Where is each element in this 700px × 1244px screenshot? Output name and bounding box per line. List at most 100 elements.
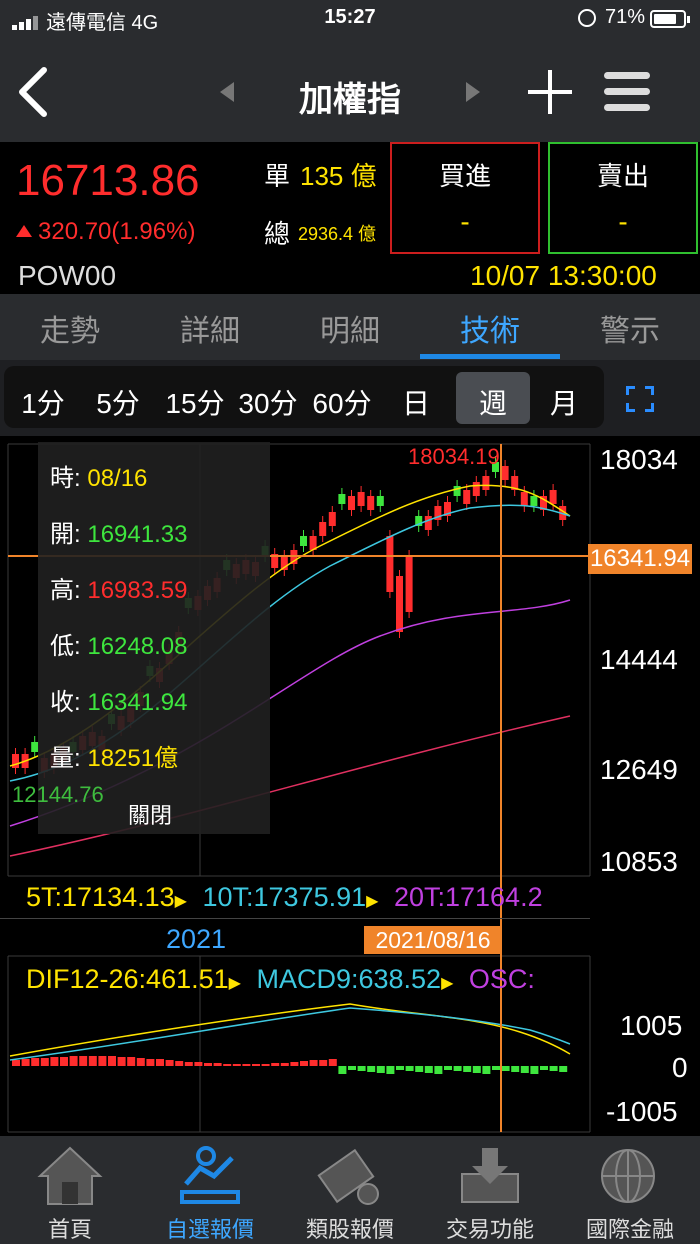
period-day[interactable]: 日 [396, 382, 436, 422]
info-high: 高: 16983.59 [50, 570, 187, 605]
period-week[interactable]: 週 [470, 382, 516, 422]
candle-body [367, 496, 375, 510]
macd-osc-bar [40, 1058, 49, 1066]
period-month[interactable]: 月 [544, 382, 584, 422]
nav-global-finance-label: 國際金融 [585, 1217, 674, 1242]
candle-body [520, 492, 528, 506]
macd-osc-bar [69, 1056, 78, 1066]
tab-alert[interactable]: 警示 [560, 306, 700, 350]
active-tab-indicator [420, 354, 560, 359]
candle-body [376, 496, 384, 506]
close-popup-button[interactable]: 關閉 [128, 798, 172, 830]
macd-osc-bar [127, 1057, 136, 1066]
info-volume-label: 量: [50, 745, 81, 772]
technical-chart[interactable]: 18034.19 18034 16341.94 14444 12649 1085… [0, 436, 700, 1136]
info-open-value: 16941.33 [87, 521, 188, 548]
macd-osc-bar [21, 1059, 30, 1066]
macd-osc-bar [79, 1056, 88, 1066]
page-title: 加權指 [299, 81, 401, 119]
macd-osc-bar [252, 1064, 260, 1066]
quote-datetime: 10/07 13:30:00 [470, 260, 657, 291]
period-5min[interactable]: 5分 [90, 382, 146, 422]
macd-osc-bar [136, 1058, 145, 1066]
menu-button[interactable] [604, 72, 650, 112]
y-axis-label-3: 12649 [600, 754, 678, 785]
nav-sector-quote[interactable]: 類股報價 [280, 1136, 420, 1244]
price-change: 320.70(1.96%) [16, 218, 195, 246]
macd-osc-bar [146, 1059, 155, 1066]
period-15min[interactable]: 15分 [160, 382, 230, 422]
tab-ticks[interactable]: 明細 [280, 306, 420, 350]
candle-body [405, 556, 413, 612]
macd-osc-bar [348, 1066, 356, 1070]
next-symbol-button[interactable] [466, 82, 480, 102]
period-60min[interactable]: 60分 [306, 382, 378, 422]
period-30min[interactable]: 30分 [232, 382, 304, 422]
nav-global-finance[interactable]: 國際金融 [560, 1136, 700, 1244]
battery-icon [650, 10, 690, 28]
macd-dif-value: DIF12-26:461.51 [26, 964, 229, 994]
macd-osc-bar [12, 1060, 20, 1066]
macd-osc-bar [357, 1066, 366, 1071]
macd-osc-value: OSC: [468, 964, 535, 994]
info-volume: 量: 18251億 [50, 738, 178, 773]
tab-detail[interactable]: 詳細 [140, 306, 280, 350]
info-time: 時: 08/16 [50, 458, 147, 493]
candle-body [319, 522, 327, 536]
prev-symbol-button[interactable] [220, 82, 234, 102]
macd-osc-bar [472, 1066, 481, 1073]
y-axis-label-2: 14444 [600, 644, 678, 675]
app-header: 加權指 [0, 38, 700, 142]
nav-favorite-quote[interactable]: 自選報價 [140, 1136, 280, 1244]
candle-body [453, 486, 461, 496]
macd-osc-bar [60, 1057, 68, 1066]
favorite-quote-icon [180, 1146, 240, 1204]
fullscreen-icon[interactable] [626, 386, 654, 412]
macd-osc-bar [367, 1066, 376, 1072]
macd-osc-bar [492, 1066, 500, 1070]
tab-trend[interactable]: 走勢 [0, 306, 140, 350]
macd-osc-bar [549, 1066, 558, 1071]
tab-technical[interactable]: 技術 [420, 306, 560, 350]
info-close-value: 16341.94 [87, 689, 188, 716]
candle-body [338, 494, 346, 504]
total-volume-label: 總 [264, 219, 291, 249]
nav-trade[interactable]: 交易功能 [420, 1136, 560, 1244]
chart-divider [0, 918, 590, 919]
candle-body [396, 576, 403, 632]
ma5-value: 5T:17134.13 [26, 882, 175, 912]
macd-osc-bar [338, 1066, 347, 1074]
macd-osc-bar [319, 1060, 328, 1066]
macd-osc-bar [213, 1063, 222, 1066]
period-1min[interactable]: 1分 [18, 382, 68, 422]
info-high-value: 16983.59 [87, 577, 188, 604]
info-low-label: 低: [50, 633, 81, 660]
chevron-left-icon [19, 67, 47, 117]
y-axis-label-4: 10853 [600, 846, 678, 877]
period-low-label: 12144.76 [12, 782, 104, 807]
sector-quote-icon [317, 1148, 379, 1205]
macd-y-label-2: 0 [672, 1052, 688, 1083]
sell-button[interactable]: 賣出 - [548, 142, 698, 254]
macd-osc-bar [396, 1066, 404, 1070]
buy-button[interactable]: 買進 - [390, 142, 540, 254]
macd-osc-bar [88, 1056, 97, 1066]
macd-osc-bar [511, 1066, 520, 1072]
macd-osc-bar [540, 1066, 548, 1070]
info-low: 低: 16248.08 [50, 626, 187, 661]
macd-y-label-3: -1005 [606, 1096, 678, 1127]
macd-osc-bar [50, 1057, 59, 1066]
period-selector: 1分 5分 15分 30分 60分 日 週 月 [0, 360, 700, 436]
bottom-navigation: 首頁 自選報價 類股報價 交易功能 國際金融 [0, 1136, 700, 1244]
current-price-tag: 16341.94 [588, 544, 692, 574]
macd-legend: DIF12-26:461.51▶ MACD9:638.52▶ OSC: [26, 964, 535, 995]
macd-osc-bar [261, 1064, 270, 1066]
back-button[interactable] [14, 64, 54, 120]
macd-osc-bar [165, 1060, 174, 1066]
nav-home[interactable]: 首頁 [0, 1136, 140, 1244]
macd-osc-bar [108, 1056, 116, 1066]
macd-osc-bar [300, 1061, 308, 1066]
macd-y-label-1: 1005 [620, 1010, 683, 1041]
add-button[interactable] [528, 70, 572, 114]
status-bar: 遠傳電信 4G 15:27 71% [0, 0, 700, 38]
